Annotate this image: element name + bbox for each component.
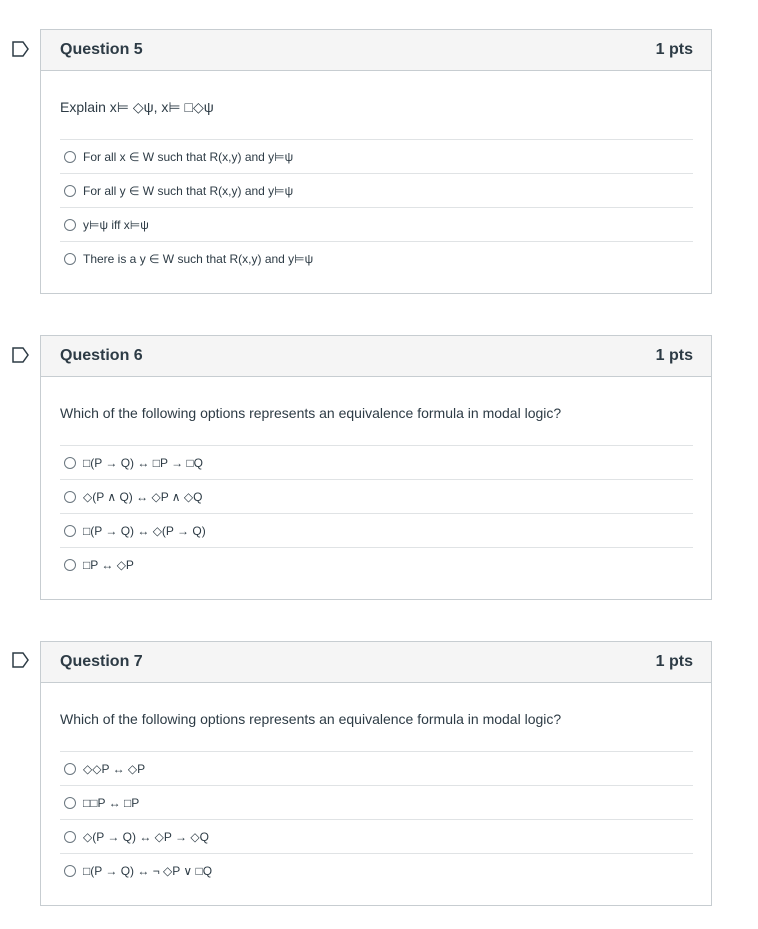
radio-button[interactable]: [64, 150, 76, 163]
answer-label: There is a y ∈ W such that R(x,y) and y⊨…: [83, 251, 314, 266]
question-points: 1 pts: [655, 347, 693, 364]
answer-list: ◇◇P ↔ ◇P □□P ↔ □P ◇(P → Q) ↔ ◇P → ◇Q □(P…: [60, 751, 693, 887]
answer-label: ◇(P → Q) ↔ ◇P → ◇Q: [83, 829, 209, 844]
radio-button[interactable]: [64, 762, 76, 775]
answer-label: □(P → Q) ↔ ◇(P → Q): [83, 523, 206, 538]
question-text: Explain x⊨ ◇ψ, x⊨ □◇ψ: [60, 99, 214, 115]
radio-button[interactable]: [64, 184, 76, 197]
question-card-5: Question 5 1 pts Explain x⊨ ◇ψ, x⊨ □◇ψ F…: [40, 29, 712, 294]
answer-option[interactable]: There is a y ∈ W such that R(x,y) and y⊨…: [60, 242, 693, 275]
radio-button[interactable]: [64, 252, 76, 265]
question-title: Question 5: [60, 41, 143, 58]
radio-button[interactable]: [64, 490, 76, 503]
answer-label: □□P ↔ □P: [83, 795, 140, 810]
answer-option[interactable]: □□P ↔ □P: [60, 786, 693, 820]
answer-label: ◇(P ∧ Q) ↔ ◇P ∧ ◇Q: [83, 489, 203, 504]
answer-option[interactable]: □(P → Q) ↔ ◇(P → Q): [60, 514, 693, 548]
question-points: 1 pts: [655, 653, 693, 670]
answer-option[interactable]: □(P → Q) ↔ ¬ ◇P ∨ □Q: [60, 854, 693, 887]
question-points: 1 pts: [655, 41, 693, 58]
question-card-7: Question 7 1 pts Which of the following …: [40, 641, 712, 906]
radio-button[interactable]: [64, 218, 76, 231]
radio-button[interactable]: [64, 830, 76, 843]
question-body: Which of the following options represent…: [41, 377, 711, 581]
answer-label: For all x ∈ W such that R(x,y) and y⊨ψ: [83, 149, 294, 164]
answer-option[interactable]: For all y ∈ W such that R(x,y) and y⊨ψ: [60, 174, 693, 208]
question-header: Question 5 1 pts: [41, 30, 711, 71]
radio-button[interactable]: [64, 558, 76, 571]
flag-question-icon[interactable]: [12, 652, 30, 668]
answer-option[interactable]: ◇(P → Q) ↔ ◇P → ◇Q: [60, 820, 693, 854]
radio-button[interactable]: [64, 524, 76, 537]
question-body: Explain x⊨ ◇ψ, x⊨ □◇ψ For all x ∈ W such…: [41, 71, 711, 275]
answer-label: □(P → Q) ↔ □P → □Q: [83, 455, 203, 470]
question-body: Which of the following options represent…: [41, 683, 711, 887]
question-text: Which of the following options represent…: [60, 711, 562, 727]
radio-button[interactable]: [64, 456, 76, 469]
answer-option[interactable]: y⊨ψ iff x⊨ψ: [60, 208, 693, 242]
flag-question-icon[interactable]: [12, 347, 30, 363]
answer-label: y⊨ψ iff x⊨ψ: [83, 217, 149, 232]
answer-option[interactable]: For all x ∈ W such that R(x,y) and y⊨ψ: [60, 140, 693, 174]
question-card-6: Question 6 1 pts Which of the following …: [40, 335, 712, 600]
answer-option[interactable]: □(P → Q) ↔ □P → □Q: [60, 446, 693, 480]
answer-label: For all y ∈ W such that R(x,y) and y⊨ψ: [83, 183, 294, 198]
question-text: Which of the following options represent…: [60, 405, 562, 421]
answer-option[interactable]: □P ↔ ◇P: [60, 548, 693, 581]
answer-list: For all x ∈ W such that R(x,y) and y⊨ψ F…: [60, 139, 693, 275]
answer-option[interactable]: ◇(P ∧ Q) ↔ ◇P ∧ ◇Q: [60, 480, 693, 514]
question-header: Question 7 1 pts: [41, 642, 711, 683]
question-title: Question 7: [60, 653, 143, 670]
radio-button[interactable]: [64, 796, 76, 809]
answer-label: ◇◇P ↔ ◇P: [83, 761, 146, 776]
question-title: Question 6: [60, 347, 143, 364]
radio-button[interactable]: [64, 864, 76, 877]
answer-list: □(P → Q) ↔ □P → □Q ◇(P ∧ Q) ↔ ◇P ∧ ◇Q □(…: [60, 445, 693, 581]
question-header: Question 6 1 pts: [41, 336, 711, 377]
answer-label: □(P → Q) ↔ ¬ ◇P ∨ □Q: [83, 863, 213, 878]
flag-question-icon[interactable]: [12, 41, 30, 57]
answer-label: □P ↔ ◇P: [83, 557, 134, 572]
answer-option[interactable]: ◇◇P ↔ ◇P: [60, 752, 693, 786]
